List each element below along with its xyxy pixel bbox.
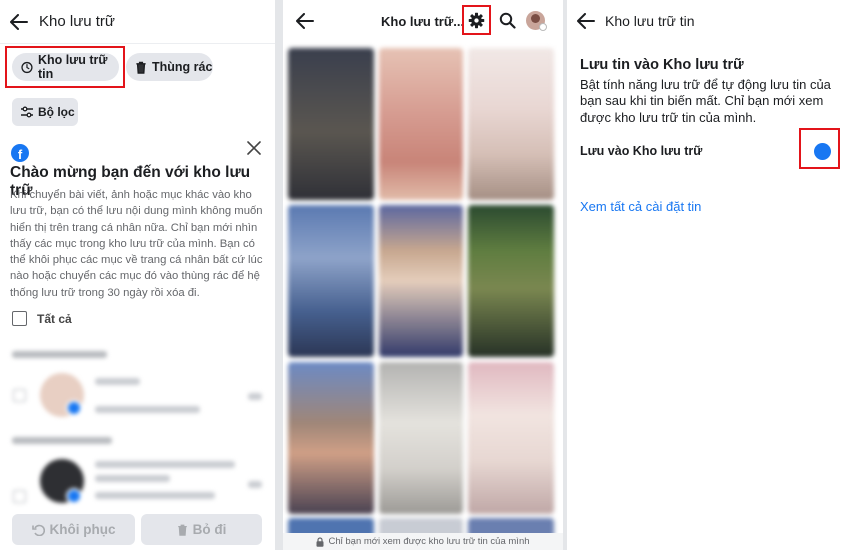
top-bar: Kho lưu trữ (0, 0, 275, 44)
blurred-archive-list (0, 340, 275, 510)
delete-button[interactable]: Bỏ đi (141, 514, 262, 545)
story-thumbnail[interactable] (288, 362, 374, 514)
search-icon[interactable] (499, 12, 516, 34)
select-all-row[interactable]: Tất cả (12, 311, 72, 326)
list-item-badge (66, 488, 82, 504)
story-thumbnail[interactable] (379, 205, 463, 357)
tab-trash[interactable]: Thùng rác (126, 53, 213, 81)
story-archive-settings-screen: Kho lưu trữ tin Lưu tin vào Kho lưu trữ … (567, 0, 850, 550)
lock-icon (316, 536, 324, 547)
close-icon[interactable] (246, 140, 264, 158)
list-item-checkbox[interactable] (13, 389, 26, 402)
story-archive-screen: Kho lưu trữ... Chỉ bạn mới xem được kho … (283, 0, 563, 550)
list-item-badge (66, 400, 82, 416)
tab-trash-label: Thùng rác (152, 60, 213, 74)
blurred-text (95, 378, 140, 385)
back-arrow-icon[interactable] (9, 12, 29, 32)
blurred-text (95, 475, 170, 482)
highlight-box (799, 128, 840, 169)
story-thumbnail[interactable] (468, 48, 554, 200)
blurred-date-heading (12, 437, 112, 444)
settings-description: Bật tính năng lưu trữ để tự động lưu tin… (580, 77, 831, 125)
trash-icon (177, 524, 187, 536)
back-arrow-icon[interactable] (577, 13, 595, 29)
screenshot-collage: Kho lưu trữ Kho lưu trữ tin Thùng rác Bộ… (0, 0, 850, 550)
story-thumbnail[interactable] (379, 48, 463, 200)
story-thumbnail[interactable] (468, 205, 554, 357)
blurred-date-heading (12, 351, 107, 358)
story-thumbnail[interactable] (379, 362, 463, 514)
story-thumbnail[interactable] (288, 48, 374, 200)
privacy-note: Chỉ bạn mới xem được kho lưu trữ tin của… (283, 533, 563, 550)
see-all-settings-link[interactable]: Xem tất cả cài đặt tin (580, 199, 701, 214)
page-title: Kho lưu trữ (39, 13, 115, 30)
filter-label: Bộ lọc (38, 105, 75, 119)
archive-toggle-label: Lưu vào Kho lưu trữ (580, 144, 703, 158)
list-item-checkbox[interactable] (13, 490, 26, 503)
sliders-icon (21, 106, 33, 118)
select-all-label: Tất cả (37, 311, 72, 326)
story-thumbnail[interactable] (468, 362, 554, 514)
privacy-note-text: Chỉ bạn mới xem được kho lưu trữ tin của… (328, 536, 530, 547)
highlight-box (5, 46, 125, 88)
page-title: Kho lưu trữ tin (605, 13, 695, 29)
page-title: Kho lưu trữ... (381, 14, 465, 29)
restore-label: Khôi phục (49, 522, 116, 537)
blurred-text (95, 461, 235, 468)
restore-icon (31, 524, 45, 536)
archive-screen: Kho lưu trữ Kho lưu trữ tin Thùng rác Bộ… (0, 0, 275, 550)
top-bar: Kho lưu trữ... (283, 0, 563, 42)
top-bar: Kho lưu trữ tin (567, 0, 850, 42)
facebook-logo-icon: f (11, 144, 29, 162)
story-thumbnail[interactable] (288, 205, 374, 357)
highlight-box (462, 5, 491, 35)
chevron-down-icon (539, 23, 547, 31)
restore-button[interactable]: Khôi phục (12, 514, 135, 545)
select-all-checkbox[interactable] (12, 311, 27, 326)
blurred-text (95, 406, 200, 413)
blurred-text (95, 492, 215, 499)
blurred-text (248, 393, 262, 400)
trash-icon (136, 61, 146, 74)
settings-heading: Lưu tin vào Kho lưu trữ (580, 57, 744, 73)
delete-label: Bỏ đi (192, 522, 227, 537)
filter-button[interactable]: Bộ lọc (12, 98, 78, 126)
back-arrow-icon[interactable] (296, 13, 314, 34)
welcome-description: Khi chuyển bài viết, ảnh hoặc mục khác v… (10, 189, 263, 299)
blurred-text (248, 481, 262, 488)
